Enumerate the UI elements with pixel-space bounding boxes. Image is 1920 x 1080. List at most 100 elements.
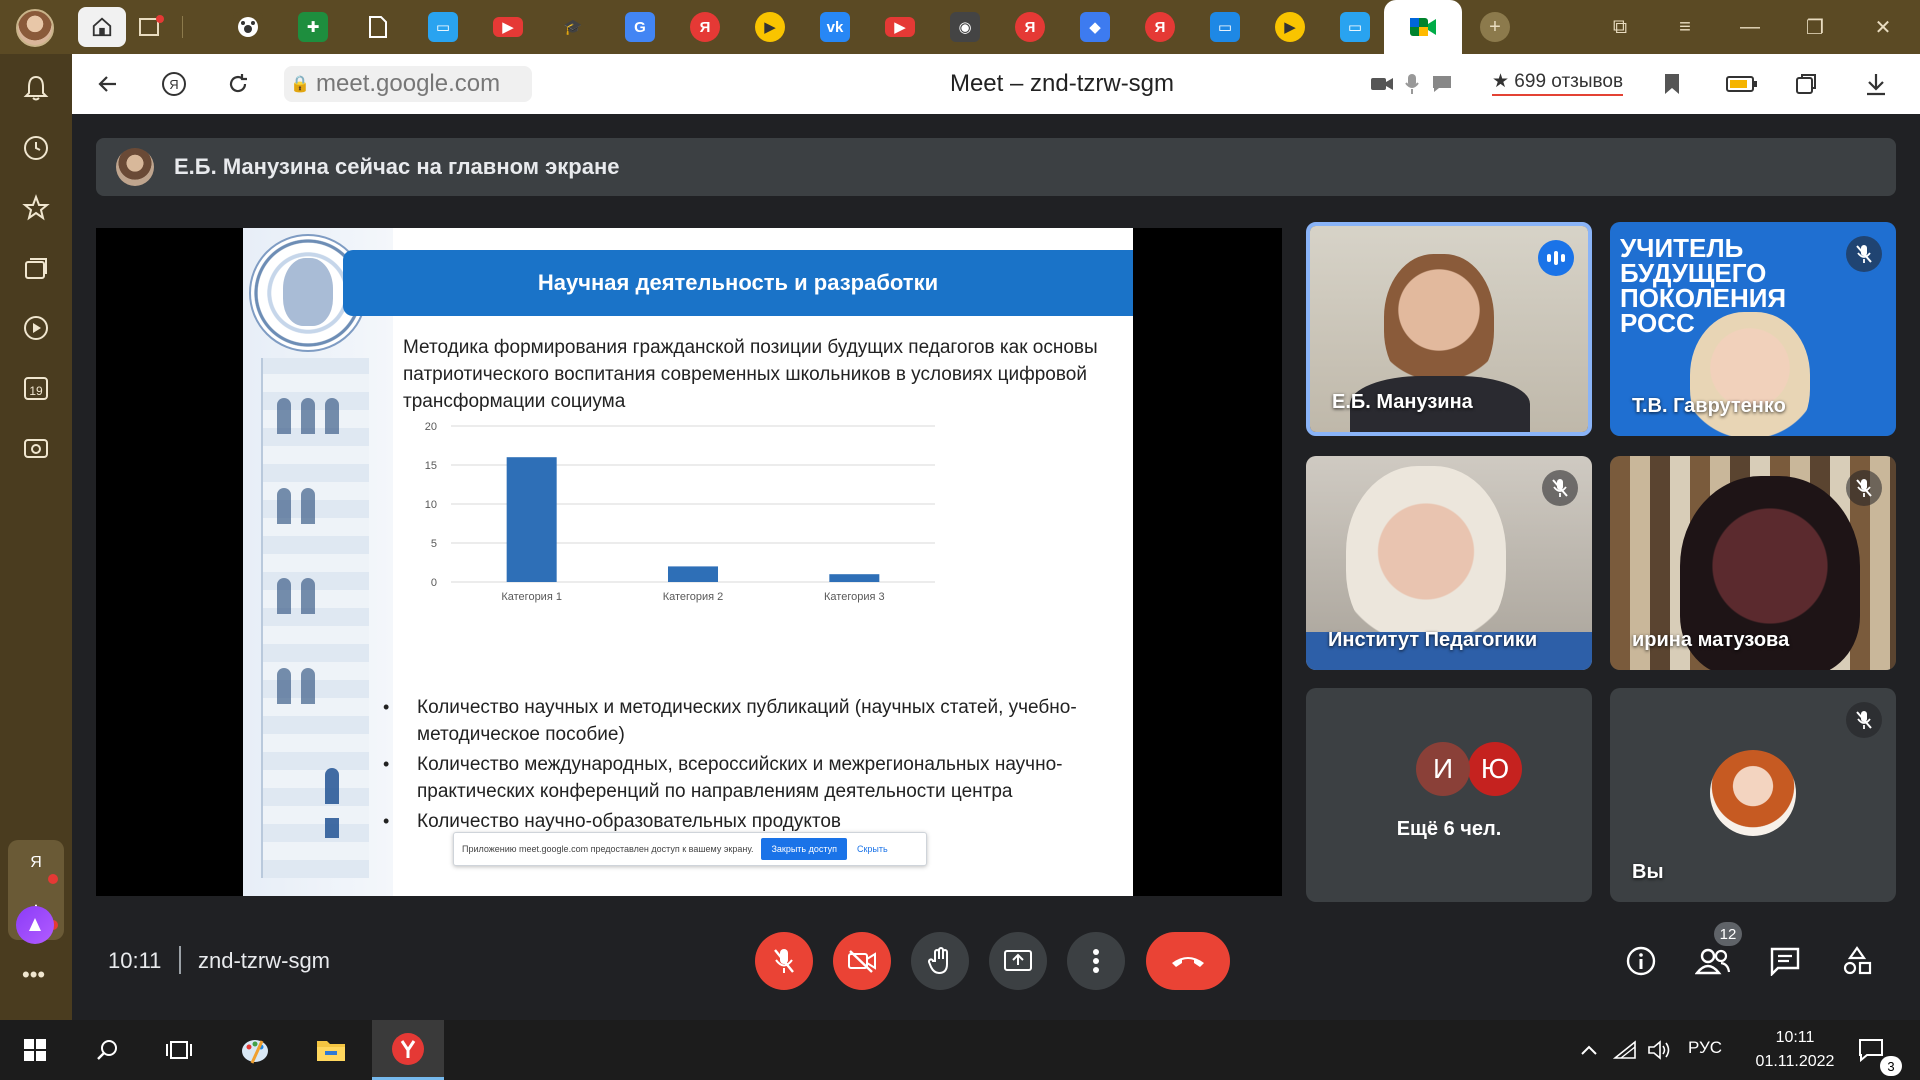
browser-tab-bar: ✚ ▭ ▶ 🎓 G Я ▶ vk ▶ ◉ Я ◆ Я ▭ ▶ ▭ + ⧉ ≡ —… bbox=[0, 0, 1920, 54]
play-icon[interactable]: ▶ bbox=[1275, 12, 1305, 42]
network-icon[interactable] bbox=[1606, 1032, 1644, 1068]
tab-google-meet[interactable] bbox=[1384, 0, 1462, 54]
star-icon[interactable] bbox=[18, 190, 54, 226]
more-options-button[interactable] bbox=[1067, 932, 1125, 990]
google-meet-icon bbox=[1410, 18, 1436, 36]
participant-tile[interactable]: УЧИТЕЛЬ БУДУЩЕГО ПОКОЛЕНИЯ РОСС Т.В. Гав… bbox=[1610, 222, 1896, 436]
mortarboard-icon[interactable]: 🎓 bbox=[558, 12, 588, 42]
reload-icon[interactable] bbox=[222, 68, 254, 100]
search-icon[interactable] bbox=[88, 1032, 126, 1068]
microphone-in-use-icon[interactable] bbox=[1398, 70, 1426, 98]
paint-icon[interactable] bbox=[236, 1032, 274, 1068]
new-tab-add-icon[interactable] bbox=[136, 12, 166, 42]
video-icon[interactable] bbox=[18, 310, 54, 346]
participant-tile[interactable]: ирина матузова bbox=[1610, 456, 1896, 670]
meeting-details-button[interactable] bbox=[1620, 940, 1662, 982]
clock-icon[interactable] bbox=[18, 130, 54, 166]
document-icon[interactable] bbox=[363, 12, 393, 42]
yandex-icon[interactable]: Я bbox=[1145, 12, 1175, 42]
meeting-time: 10:11 bbox=[108, 948, 162, 973]
presentation-stage[interactable]: Научная деятельность и разработки Методи… bbox=[96, 228, 1282, 896]
back-icon[interactable] bbox=[92, 68, 124, 100]
restore-icon[interactable]: ❐ bbox=[1800, 12, 1830, 42]
paw-app-icon[interactable] bbox=[233, 12, 263, 42]
present-screen-button[interactable] bbox=[989, 932, 1047, 990]
more-participants-tile[interactable]: Ю И Ещё 6 чел. bbox=[1306, 688, 1592, 902]
menu-icon[interactable]: ≡ bbox=[1670, 12, 1700, 42]
collections-icon[interactable] bbox=[18, 250, 54, 286]
more-icon[interactable]: ••• bbox=[22, 962, 45, 988]
participant-name: Е.Б. Манузина bbox=[1332, 391, 1473, 413]
home-tab[interactable] bbox=[78, 7, 126, 47]
start-icon[interactable] bbox=[16, 1032, 54, 1068]
new-tab-button[interactable]: + bbox=[1480, 12, 1510, 42]
minimize-icon[interactable]: — bbox=[1735, 12, 1765, 42]
y-tick-label: 15 bbox=[425, 460, 437, 472]
people-button[interactable] bbox=[1692, 940, 1734, 982]
sheets-icon[interactable]: ✚ bbox=[298, 12, 328, 42]
battery-icon[interactable] bbox=[1724, 70, 1760, 98]
slide: Научная деятельность и разработки Методи… bbox=[243, 228, 1133, 896]
camera-in-use-icon[interactable] bbox=[1368, 70, 1396, 98]
x-tick-label: Категория 2 bbox=[663, 591, 724, 603]
system-clock[interactable]: 10:11 01.11.2022 bbox=[1740, 1026, 1850, 1074]
translate-icon[interactable]: G bbox=[625, 12, 655, 42]
calendar-day: 19 bbox=[29, 384, 43, 398]
participant-tile[interactable]: Е.Б. Манузина bbox=[1306, 222, 1592, 436]
chart-bar bbox=[667, 566, 719, 582]
chat-button[interactable] bbox=[1764, 940, 1806, 982]
show-hidden-icons[interactable] bbox=[1570, 1032, 1608, 1068]
url-field[interactable]: 🔒 meet.google.com bbox=[284, 66, 532, 102]
participant-tile[interactable]: Институт Педагогики bbox=[1306, 456, 1592, 670]
people-icon bbox=[1695, 948, 1731, 975]
self-tile[interactable]: Вы bbox=[1610, 688, 1896, 902]
yandex-letter[interactable]: Я bbox=[22, 854, 50, 878]
raise-hand-button[interactable] bbox=[911, 932, 969, 990]
participant-name: Т.В. Гаврутенко bbox=[1632, 395, 1786, 417]
yandex-browser-taskbar-button[interactable] bbox=[372, 1020, 444, 1080]
youtube-icon[interactable]: ▶ bbox=[493, 17, 523, 37]
chat-app-icon[interactable]: ▭ bbox=[428, 12, 458, 42]
download-icon[interactable] bbox=[1862, 70, 1890, 98]
hand-icon bbox=[927, 947, 948, 975]
chat-icon bbox=[1770, 947, 1800, 976]
bell-icon[interactable] bbox=[18, 70, 54, 106]
close-icon[interactable]: ✕ bbox=[1868, 12, 1898, 42]
hide-notice-button[interactable]: Скрыть bbox=[857, 844, 888, 854]
volume-icon[interactable] bbox=[1640, 1032, 1678, 1068]
yandex-circle-icon[interactable]: Я bbox=[158, 68, 190, 100]
file-explorer-icon[interactable] bbox=[312, 1032, 350, 1068]
profile-avatar[interactable] bbox=[16, 9, 54, 47]
stop-sharing-button[interactable]: Закрыть доступ bbox=[761, 838, 847, 860]
leave-call-button[interactable] bbox=[1146, 932, 1230, 990]
chat-app-icon[interactable]: ▭ bbox=[1210, 12, 1240, 42]
self-name: Вы bbox=[1632, 861, 1664, 883]
bookmark-icon[interactable] bbox=[1658, 70, 1686, 98]
reviews-link[interactable]: ★ 699 отзывов bbox=[1492, 70, 1624, 96]
hang-up-icon bbox=[1172, 957, 1204, 967]
task-view-icon[interactable] bbox=[160, 1032, 198, 1068]
camera-toggle-button[interactable] bbox=[833, 932, 891, 990]
cube-app-icon[interactable]: ◆ bbox=[1080, 12, 1110, 42]
input-language[interactable]: РУС bbox=[1688, 1038, 1722, 1058]
extensions-icon[interactable] bbox=[1792, 70, 1820, 98]
calendar-icon[interactable]: 19 bbox=[18, 370, 54, 406]
youtube-icon[interactable]: ▶ bbox=[885, 17, 915, 37]
participant-face bbox=[1384, 254, 1494, 394]
play-icon[interactable]: ▶ bbox=[755, 12, 785, 42]
collections-icon[interactable]: ⧉ bbox=[1605, 12, 1635, 42]
video-app-icon[interactable]: ◉ bbox=[950, 12, 980, 42]
yandex-icon[interactable]: Я bbox=[690, 12, 720, 42]
participants-count-badge: 12 bbox=[1714, 922, 1742, 946]
activities-button[interactable] bbox=[1836, 940, 1878, 982]
chat-app-icon[interactable]: ▭ bbox=[1340, 12, 1370, 42]
y-tick-label: 5 bbox=[431, 538, 437, 550]
screenshot-icon[interactable] bbox=[18, 430, 54, 466]
alice-assistant-icon[interactable] bbox=[16, 906, 54, 944]
yandex-icon[interactable]: Я bbox=[1015, 12, 1045, 42]
microphone-toggle-button[interactable] bbox=[755, 932, 813, 990]
speaking-indicator-icon bbox=[1538, 240, 1574, 276]
vk-icon[interactable]: vk bbox=[820, 12, 850, 42]
chat-bubble-icon[interactable] bbox=[1428, 70, 1456, 98]
y-tick-label: 20 bbox=[425, 421, 437, 433]
